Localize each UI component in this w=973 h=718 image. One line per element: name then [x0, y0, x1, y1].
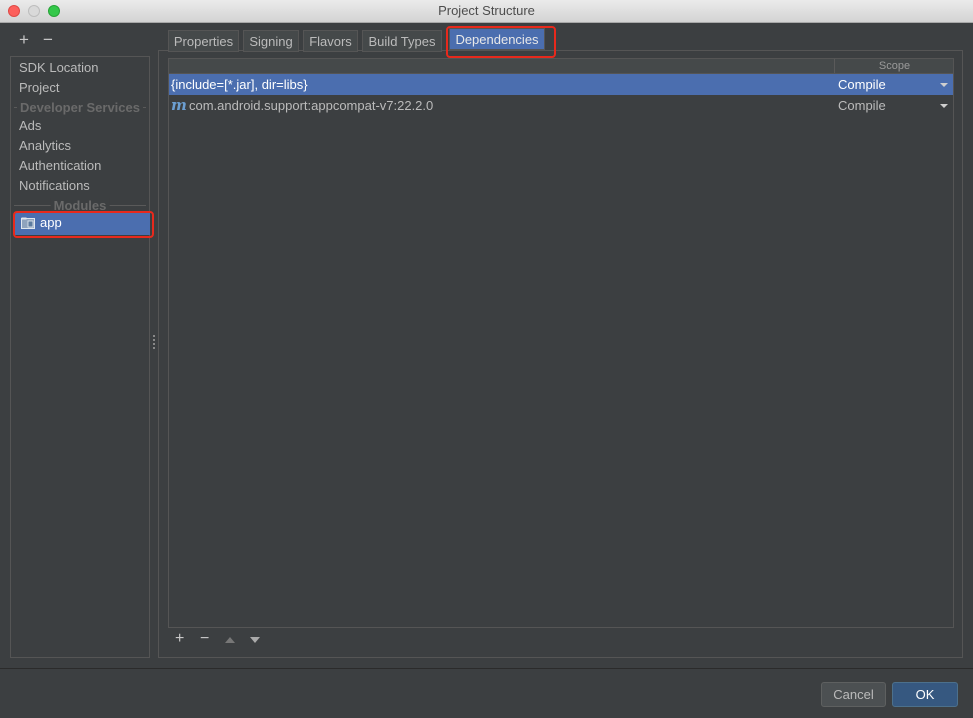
sidebar-item-project[interactable]: Project [19, 80, 59, 95]
dependencies-toolbar: + − [168, 628, 954, 652]
sidebar-item-authentication[interactable]: Authentication [19, 158, 101, 173]
dependency-scope[interactable]: Compile [838, 77, 886, 92]
move-down-icon[interactable] [250, 637, 260, 643]
sidebar-item-notifications[interactable]: Notifications [19, 178, 90, 193]
add-dependency-icon[interactable]: + [175, 630, 184, 648]
ok-button[interactable]: OK [892, 682, 958, 707]
remove-dependency-icon[interactable]: − [200, 630, 209, 648]
modules-separator: Modules [14, 198, 146, 213]
tab-properties[interactable]: Properties [168, 30, 239, 52]
tab-flavors[interactable]: Flavors [303, 30, 358, 52]
cancel-button[interactable]: Cancel [821, 682, 886, 707]
remove-icon[interactable]: − [40, 30, 56, 50]
splitter-handle[interactable] [152, 335, 156, 351]
dependencies-table: Scope {include=[*.jar], dir=libs} Compil… [168, 58, 954, 628]
dependency-name: com.android.support:appcompat-v7:22.2.0 [189, 98, 434, 113]
dependencies-panel: Scope {include=[*.jar], dir=libs} Compil… [158, 50, 963, 658]
add-icon[interactable]: + [16, 30, 32, 50]
tab-signing[interactable]: Signing [243, 30, 299, 52]
chevron-down-icon[interactable] [940, 104, 948, 108]
dependencies-tab-highlight-box [446, 26, 556, 58]
footer-divider [0, 668, 973, 669]
maven-library-icon: m [171, 96, 187, 114]
sidebar: SDK Location Project Developer Services … [10, 56, 150, 658]
table-row[interactable]: {include=[*.jar], dir=libs} Compile [169, 74, 953, 95]
developer-services-separator: Developer Services [14, 100, 146, 115]
app-highlight-box [13, 211, 154, 238]
tab-build-types[interactable]: Build Types [362, 30, 442, 52]
scope-column-header[interactable]: Scope [834, 59, 954, 73]
sidebar-item-sdk-location[interactable]: SDK Location [19, 60, 99, 75]
dependency-name: {include=[*.jar], dir=libs} [171, 77, 308, 92]
dependency-scope[interactable]: Compile [838, 98, 886, 113]
title-bar: Project Structure [0, 0, 973, 23]
sidebar-item-ads[interactable]: Ads [19, 118, 41, 133]
chevron-down-icon[interactable] [940, 83, 948, 87]
sidebar-item-analytics[interactable]: Analytics [19, 138, 71, 153]
table-row[interactable]: m com.android.support:appcompat-v7:22.2.… [169, 95, 953, 116]
table-header: Scope [169, 59, 953, 74]
window-title: Project Structure [438, 3, 535, 18]
developer-services-header: Developer Services [17, 100, 143, 115]
move-up-icon[interactable] [225, 637, 235, 643]
project-structure-window: Project Structure + − SDK Location Proje… [0, 0, 973, 718]
